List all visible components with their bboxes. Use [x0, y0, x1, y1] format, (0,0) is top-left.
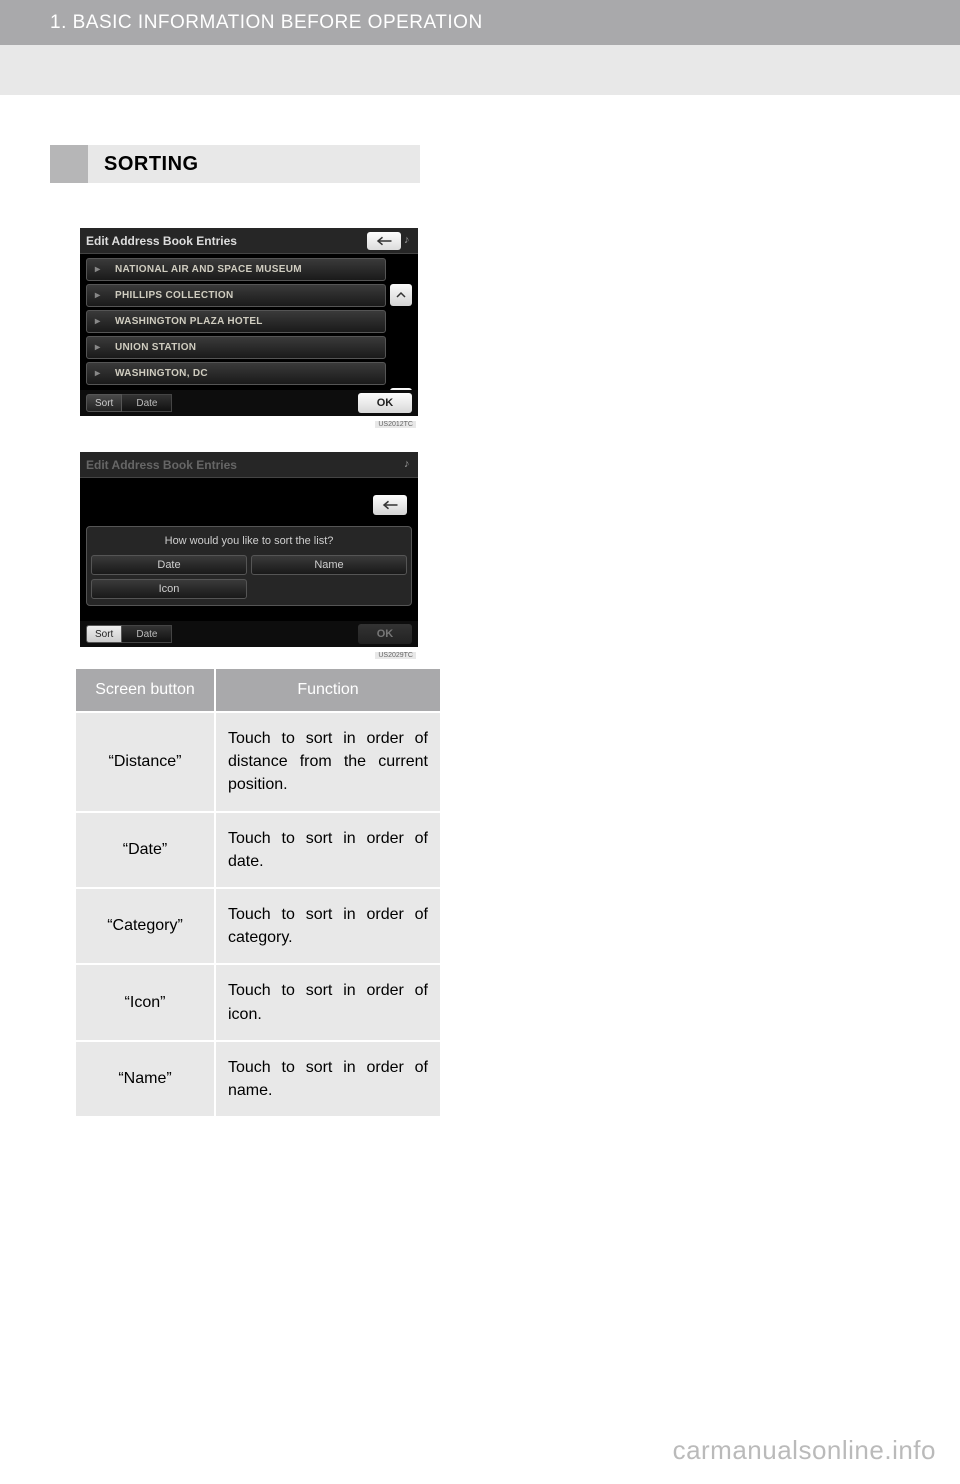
cell-desc: Touch to sort in order of distance from …: [216, 713, 440, 811]
table-row: “Distance” Touch to sort in order of dis…: [76, 711, 440, 811]
option-icon[interactable]: Icon: [91, 579, 247, 599]
ss2-title: Edit Address Book Entries: [86, 458, 237, 472]
sort-dialog: How would you like to sort the list? Dat…: [86, 526, 412, 606]
table-header: Screen button Function: [76, 669, 440, 711]
ss2-titlebar: Edit Address Book Entries ♪: [80, 452, 418, 478]
ok-button-disabled: OK: [358, 624, 412, 644]
ss1-titlebar: Edit Address Book Entries ♪: [80, 228, 418, 254]
table-row: “Date” Touch to sort in order of date.: [76, 811, 440, 887]
option-empty: [251, 579, 407, 599]
back-arrow-icon: [381, 499, 399, 511]
list-item[interactable]: ▸ WASHINGTON PLAZA HOTEL: [86, 310, 386, 333]
dialog-options: Date Name Icon: [91, 555, 407, 599]
section-title: SORTING: [88, 145, 420, 183]
back-arrow-icon: [375, 235, 393, 247]
ss1-list: ▸ NATIONAL AIR AND SPACE MUSEUM ▸ PHILLIPS…: [80, 254, 418, 390]
entry-icon: ▸: [95, 368, 109, 380]
screenshot-2: Edit Address Book Entries ♪ How would yo…: [80, 452, 418, 647]
screenshot-2-container: Edit Address Book Entries ♪ How would yo…: [50, 452, 420, 647]
screenshot-code: US2012TC: [375, 421, 416, 428]
th-screen-button: Screen button: [76, 669, 216, 711]
entry-icon: ▸: [95, 316, 109, 328]
table-row: “Icon” Touch to sort in order of icon.: [76, 963, 440, 1039]
entry-icon: ▸: [95, 290, 109, 302]
sort-button[interactable]: Sort: [86, 625, 122, 643]
sort-value[interactable]: Date: [122, 394, 172, 412]
entry-icon: ▸: [95, 264, 109, 276]
dialog-back-button[interactable]: [373, 495, 407, 515]
cell-button: “Icon”: [76, 965, 216, 1039]
cell-button: “Date”: [76, 813, 216, 887]
list-item-label: NATIONAL AIR AND SPACE MUSEUM: [115, 264, 302, 275]
list-item[interactable]: ▸ UNION STATION: [86, 336, 386, 359]
list-item[interactable]: ▸ PHILLIPS COLLECTION: [86, 284, 386, 307]
content-column: SORTING Edit Address Book Entries ♪ ▸ NAT…: [0, 95, 420, 1116]
table-row: “Name” Touch to sort in order of name.: [76, 1040, 440, 1116]
music-note-icon: ♪: [404, 458, 412, 472]
ok-button[interactable]: OK: [358, 393, 412, 413]
chapter-header: 1. BASIC INFORMATION BEFORE OPERATION: [0, 0, 960, 45]
section-heading: SORTING: [50, 145, 420, 183]
cell-desc: Touch to sort in order of category.: [216, 889, 440, 963]
th-function: Function: [216, 669, 440, 711]
sort-value: Date: [122, 625, 172, 643]
chevron-up-icon: [396, 290, 406, 300]
option-name[interactable]: Name: [251, 555, 407, 575]
table-row: “Category” Touch to sort in order of cat…: [76, 887, 440, 963]
list-item-label: WASHINGTON, DC: [115, 368, 208, 379]
entry-icon: ▸: [95, 342, 109, 354]
music-note-icon: ♪: [404, 234, 412, 248]
screenshot-code: US2029TC: [375, 652, 416, 659]
list-item-label: WASHINGTON PLAZA HOTEL: [115, 316, 263, 327]
sort-button[interactable]: Sort: [86, 394, 122, 412]
list-item[interactable]: ▸ NATIONAL AIR AND SPACE MUSEUM: [86, 258, 386, 281]
watermark: carmanualsonline.info: [673, 1435, 936, 1466]
option-date[interactable]: Date: [91, 555, 247, 575]
scroll-up-button[interactable]: [390, 284, 412, 306]
cell-button: “Name”: [76, 1042, 216, 1116]
cell-button: “Distance”: [76, 713, 216, 811]
cell-button: “Category”: [76, 889, 216, 963]
ss2-bottombar: Sort Date OK: [80, 621, 418, 647]
list-item-label: UNION STATION: [115, 342, 196, 353]
ss1-title: Edit Address Book Entries: [86, 234, 237, 248]
chapter-title: 1. BASIC INFORMATION BEFORE OPERATION: [50, 12, 483, 34]
heading-accent: [50, 145, 88, 183]
back-button[interactable]: [367, 232, 401, 250]
list-item[interactable]: ▸ WASHINGTON, DC: [86, 362, 386, 385]
screenshot-1: Edit Address Book Entries ♪ ▸ NATIONAL AI…: [80, 228, 418, 416]
screenshot-1-container: Edit Address Book Entries ♪ ▸ NATIONAL AI…: [50, 228, 420, 416]
cell-desc: Touch to sort in order of name.: [216, 1042, 440, 1116]
cell-desc: Touch to sort in order of date.: [216, 813, 440, 887]
list-item-label: PHILLIPS COLLECTION: [115, 290, 233, 301]
header-strip: [0, 45, 960, 95]
dialog-prompt: How would you like to sort the list?: [91, 535, 407, 547]
ss1-bottombar: Sort Date OK: [80, 390, 418, 416]
cell-desc: Touch to sort in order of icon.: [216, 965, 440, 1039]
function-table: Screen button Function “Distance” Touch …: [76, 669, 440, 1116]
